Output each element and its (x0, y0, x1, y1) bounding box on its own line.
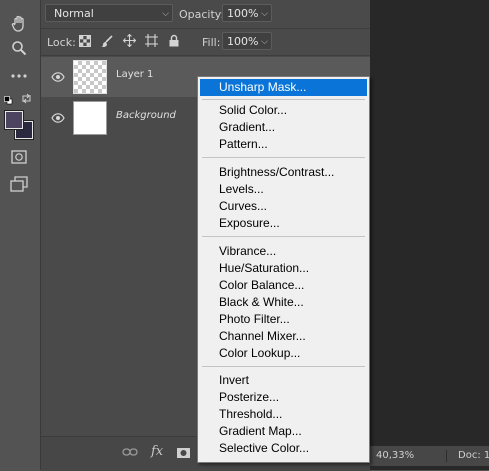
lock-transparent-pixels-icon[interactable] (79, 35, 91, 50)
default-colors-icon[interactable] (4, 95, 13, 105)
screen-mode-icon[interactable] (8, 174, 30, 194)
menu-item-threshold[interactable]: Threshold... (200, 406, 367, 423)
adjustment-layer-menu: Unsharp Mask... Solid Color... Gradient.… (197, 76, 370, 463)
layer-thumbnail[interactable] (73, 101, 107, 135)
layer-style-fx-icon[interactable]: fx (151, 444, 163, 459)
foreground-color-swatch[interactable] (4, 110, 24, 130)
lock-all-icon[interactable] (169, 34, 179, 50)
menu-item-hue-saturation[interactable]: Hue/Saturation... (200, 260, 367, 277)
menu-item-gradient[interactable]: Gradient... (200, 119, 367, 136)
lock-position-icon[interactable] (122, 33, 137, 50)
menu-separator (202, 157, 365, 158)
opacity-label: Opacity: (179, 8, 225, 21)
menu-item-color-balance[interactable]: Color Balance... (200, 277, 367, 294)
zoom-icon[interactable] (8, 38, 30, 58)
menu-item-exposure[interactable]: Exposure... (200, 215, 367, 232)
layer-thumbnail[interactable] (73, 60, 107, 94)
opacity-field[interactable]: 100% ⌵ (222, 4, 272, 22)
eye-icon[interactable] (51, 111, 65, 125)
more-tools-icon[interactable] (8, 66, 30, 86)
lock-artboard-icon[interactable] (145, 34, 158, 50)
menu-item-vibrance[interactable]: Vibrance... (200, 243, 367, 260)
quick-mask-icon[interactable] (8, 147, 30, 167)
document-canvas-area (370, 0, 489, 470)
lock-label: Lock: (47, 36, 76, 49)
chevron-down-icon: ⌵ (162, 9, 169, 19)
menu-item-unsharp-mask[interactable]: Unsharp Mask... (200, 79, 367, 96)
document-size: Doc: 1 (458, 450, 489, 461)
menu-item-brightness-contrast[interactable]: Brightness/Contrast... (200, 164, 367, 181)
menu-item-black-white[interactable]: Black & White... (200, 294, 367, 311)
zoom-level[interactable]: 40,33% (376, 450, 414, 461)
lock-image-pixels-icon[interactable] (101, 35, 113, 50)
menu-item-invert[interactable]: Invert (200, 372, 367, 389)
chevron-down-icon: ⌵ (261, 37, 268, 47)
blend-options-row: Normal ⌵ Opacity: 100% ⌵ (41, 0, 370, 29)
chevron-down-icon: ⌵ (261, 9, 268, 19)
menu-item-posterize[interactable]: Posterize... (200, 389, 367, 406)
layer-name[interactable]: Background (116, 110, 176, 121)
swap-colors-icon[interactable] (21, 93, 32, 107)
fill-field[interactable]: 100% ⌵ (222, 32, 272, 50)
blend-mode-select[interactable]: Normal ⌵ (45, 4, 173, 22)
link-layers-icon[interactable] (122, 446, 138, 460)
menu-item-solid-color[interactable]: Solid Color... (200, 102, 367, 119)
opacity-value: 100% (227, 7, 259, 20)
menu-item-selective-color[interactable]: Selective Color... (200, 440, 367, 457)
fill-label: Fill: (202, 36, 221, 49)
menu-separator (202, 236, 365, 237)
layer-name[interactable]: Layer 1 (116, 69, 153, 80)
menu-item-levels[interactable]: Levels... (200, 181, 367, 198)
status-divider (446, 450, 447, 462)
status-bar: 40,33% Doc: 1 (370, 446, 489, 466)
menu-separator (202, 99, 365, 100)
lock-row: Lock: Fill: 100% ⌵ (41, 29, 370, 56)
menu-item-curves[interactable]: Curves... (200, 198, 367, 215)
add-mask-icon[interactable] (177, 447, 190, 461)
menu-item-channel-mixer[interactable]: Channel Mixer... (200, 328, 367, 345)
blend-mode-value: Normal (54, 7, 94, 20)
menu-item-gradient-map[interactable]: Gradient Map... (200, 423, 367, 440)
fill-value: 100% (227, 35, 259, 48)
menu-item-pattern[interactable]: Pattern... (200, 136, 367, 153)
menu-item-photo-filter[interactable]: Photo Filter... (200, 311, 367, 328)
tools-panel (0, 0, 41, 470)
eye-icon[interactable] (51, 70, 65, 84)
hand-icon[interactable] (8, 14, 30, 34)
menu-item-color-lookup[interactable]: Color Lookup... (200, 345, 367, 362)
menu-separator (202, 366, 365, 367)
